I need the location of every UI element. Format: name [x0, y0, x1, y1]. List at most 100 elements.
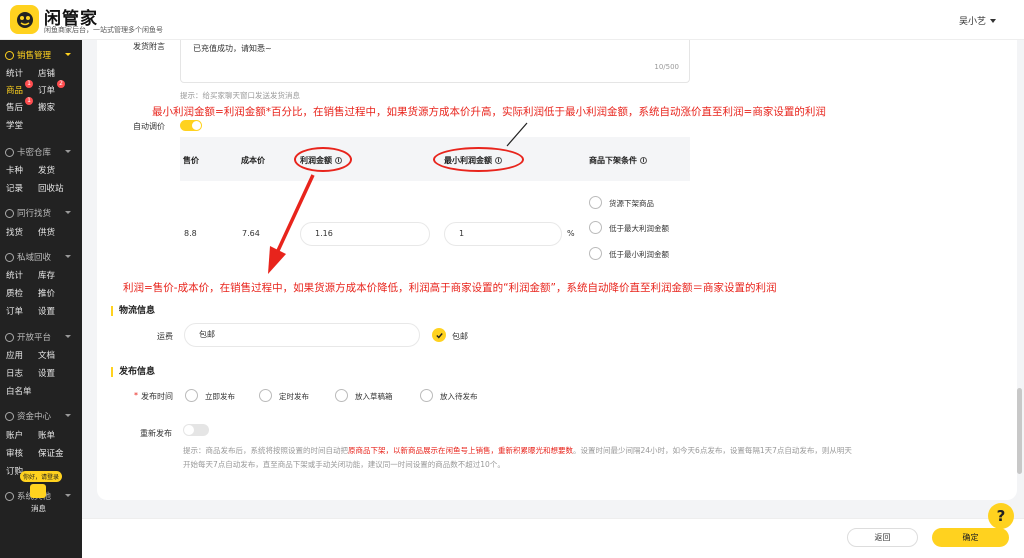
sidebar-section-private-recycle[interactable]: 私域回收	[0, 249, 82, 265]
sidebar-item-supply[interactable]: 供货	[38, 226, 55, 238]
free-shipping-checkbox[interactable]	[432, 328, 446, 342]
republish-hint: 提示：商品发布后，系统将按照设置的时间自动把原商品下架，以新商品展示在闲鱼号上销…	[183, 446, 852, 469]
annotation-profit: 利润=售价-成本价，在销售过程中，如果货源方成本价降低，利润高于商家设置的“利润…	[123, 282, 777, 294]
sidebar-item-card-type[interactable]: 卡种	[6, 164, 23, 176]
republish-toggle[interactable]	[183, 424, 209, 436]
sidebar-item-deposit[interactable]: 保证金	[38, 447, 64, 459]
delist-radio-min[interactable]	[589, 247, 602, 260]
sidebar-item-stats[interactable]: 统计	[6, 67, 23, 79]
shop-icon	[5, 50, 14, 60]
sidebar-item-logs[interactable]: 日志	[6, 367, 23, 379]
publish-section-title: 发布信息	[111, 367, 155, 377]
freight-label: 运费	[157, 332, 173, 341]
chevron-down-icon	[65, 255, 71, 258]
sidebar-item-docs[interactable]: 文档	[38, 349, 55, 361]
min-profit-input[interactable]: 1	[444, 222, 562, 246]
logistics-section-title: 物流信息	[111, 306, 155, 316]
delist-option-min[interactable]: 低于最小利润金额	[609, 249, 669, 260]
sidebar-item-recycle-settings[interactable]: 设置	[38, 305, 55, 317]
sidebar-section-card-warehouse[interactable]: 卡密仓库	[0, 144, 82, 160]
republish-hint-emphasis: 原商品下架，以新商品展示在闲鱼号上销售，重新积累曝光和想要数	[348, 446, 573, 455]
login-tip-bubble: 你好，请登录	[20, 471, 63, 482]
publish-radio-now[interactable]	[185, 389, 198, 402]
delivery-note-label: 发货附言	[133, 42, 165, 51]
min-profit-unit: %	[567, 229, 575, 238]
sidebar-item-account[interactable]: 账户	[6, 429, 23, 441]
sidebar-item-records[interactable]: 记录	[6, 182, 23, 194]
sidebar-item-whitelist[interactable]: 白名单	[6, 385, 32, 397]
sidebar-section-sales[interactable]: 销售管理	[0, 47, 82, 63]
sidebar-item-bills[interactable]: 账单	[38, 429, 55, 441]
platform-icon	[5, 332, 14, 342]
chevron-down-icon	[990, 18, 996, 23]
sidebar-item-shop[interactable]: 店铺	[38, 67, 55, 79]
delist-option-max[interactable]: 低于最大利润金额	[609, 223, 669, 234]
delivery-note-count: 10/500	[654, 63, 679, 71]
warehouse-icon	[5, 147, 14, 157]
freight-select[interactable]: 包邮	[184, 323, 420, 347]
scrollbar[interactable]	[1017, 388, 1022, 474]
sidebar-item-recycle-orders[interactable]: 订单	[6, 305, 23, 317]
sidebar-item-apps[interactable]: 应用	[6, 349, 23, 361]
badge-aftersale: 1	[25, 97, 33, 105]
sidebar-item-delivery[interactable]: 发货	[38, 164, 55, 176]
user-name: 吴小艺	[958, 17, 986, 27]
col-delist: 商品下架条件 i	[589, 155, 647, 166]
chevron-down-icon	[65, 211, 71, 214]
message-icon[interactable]	[30, 484, 46, 498]
help-icon[interactable]: ?	[988, 503, 1014, 529]
publish-option-pending[interactable]: 放入待发布	[440, 391, 478, 402]
sidebar-item-aftersale[interactable]: 售后	[6, 101, 23, 113]
sidebar-section-peer-sourcing[interactable]: 同行找货	[0, 205, 82, 221]
top-bar: 闲管家 闲鱼商家后台，一站式管理多个闲鱼号 吴小艺	[0, 0, 1024, 40]
sidebar-item-stock[interactable]: 库存	[38, 269, 55, 281]
publish-radio-draft[interactable]	[335, 389, 348, 402]
confirm-button[interactable]: 确定	[932, 528, 1009, 547]
delivery-note-value: 已充值成功，请知悉~	[193, 44, 272, 53]
delivery-note-hint: 提示：给买家聊天窗口发送发货消息	[180, 91, 300, 100]
publish-option-now[interactable]: 立即发布	[205, 391, 235, 402]
chevron-down-icon	[65, 53, 71, 56]
cell-price: 8.8	[184, 229, 197, 238]
sidebar-item-recycle-bin[interactable]: 回收站	[38, 182, 64, 194]
publish-option-draft[interactable]: 放入草稿箱	[355, 391, 393, 402]
sidebar-item-qc[interactable]: 质检	[6, 287, 23, 299]
sidebar-item-orders[interactable]: 订单	[38, 84, 55, 96]
app-tagline: 闲鱼商家后台，一站式管理多个闲鱼号	[44, 26, 163, 34]
delist-radio-source[interactable]	[589, 196, 602, 209]
auto-price-toggle[interactable]	[180, 120, 202, 131]
user-menu[interactable]: 吴小艺	[959, 14, 996, 27]
delist-option-source[interactable]: 货源下架商品	[609, 198, 654, 209]
sidebar-item-find-goods[interactable]: 找货	[6, 226, 23, 238]
free-shipping-label[interactable]: 包邮	[452, 331, 468, 342]
badge-goods: 1	[25, 80, 33, 88]
sidebar-item-push-price[interactable]: 推价	[38, 287, 55, 299]
check-icon	[435, 332, 443, 339]
delist-radio-max[interactable]	[589, 221, 602, 234]
cell-cost: 7.64	[242, 229, 260, 238]
sidebar-item-goods[interactable]: 商品	[6, 84, 23, 96]
sidebar-item-review[interactable]: 审核	[6, 447, 23, 459]
sidebar-section-funds[interactable]: 资金中心	[0, 408, 82, 424]
sidebar-item-school[interactable]: 学堂	[6, 119, 23, 131]
sidebar-section-open-platform[interactable]: 开放平台	[0, 329, 82, 345]
publish-time-label: 发布时间	[141, 392, 173, 401]
sidebar-item-platform-settings[interactable]: 设置	[38, 367, 55, 379]
sidebar-item-move[interactable]: 搬家	[38, 101, 55, 113]
logo-icon	[10, 5, 39, 34]
required-mark: *	[134, 391, 138, 400]
chevron-down-icon	[65, 414, 71, 417]
publish-radio-pending[interactable]	[420, 389, 433, 402]
highlight-min-profit-header	[433, 147, 524, 172]
profit-input[interactable]: 1.16	[300, 222, 430, 246]
delivery-note-textarea[interactable]: 已充值成功，请知悉~ 10/500	[180, 40, 690, 83]
col-price: 售价	[183, 156, 199, 165]
publish-option-scheduled[interactable]: 定时发布	[279, 391, 309, 402]
sidebar-item-recycle-stats[interactable]: 统计	[6, 269, 23, 281]
money-icon	[5, 411, 14, 421]
back-button[interactable]: 返回	[847, 528, 918, 547]
publish-radio-scheduled[interactable]	[259, 389, 272, 402]
message-label[interactable]: 消息	[31, 503, 46, 514]
info-icon[interactable]: i	[640, 157, 647, 164]
col-cost: 成本价	[241, 156, 265, 165]
